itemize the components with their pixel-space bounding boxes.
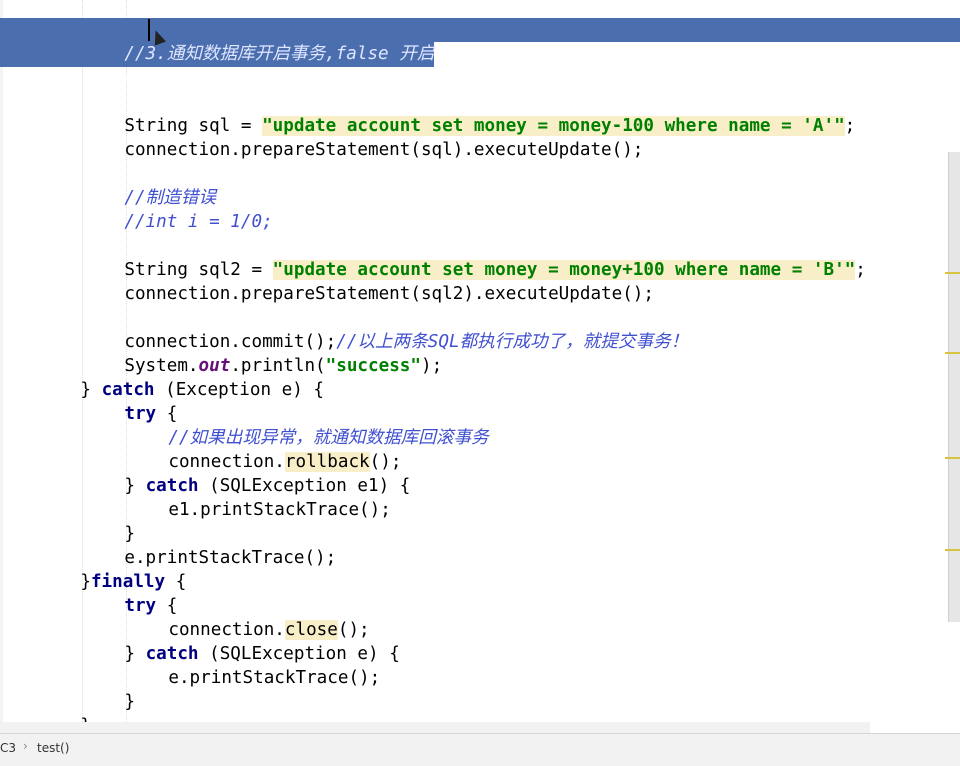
code-text: ); xyxy=(421,356,443,376)
error-stripe-marker[interactable] xyxy=(945,549,960,551)
code-line[interactable]: connection.prepareStatement(sql).execute… xyxy=(82,114,643,160)
code-editor[interactable]: //3.通知数据库开启事务,false 开启 connection.setAut… xyxy=(0,0,960,733)
code-comment: //int i = 1/0; xyxy=(124,212,273,232)
vertical-scrollbar[interactable] xyxy=(948,152,960,622)
code-line[interactable]: }finally { xyxy=(38,546,186,592)
code-text: connection.prepareStatement(sql).execute… xyxy=(124,140,644,160)
code-line[interactable]: } xyxy=(82,666,135,712)
code-text: connection.prepareStatement(sql2).execut… xyxy=(124,284,654,304)
code-line[interactable]: String sql2 = "update account set money … xyxy=(82,234,866,280)
code-line[interactable]: connection.setAutoCommit(false); xyxy=(82,42,463,88)
code-line[interactable]: //制造错误 xyxy=(82,162,216,208)
code-line[interactable]: connection.close(); xyxy=(126,594,370,640)
error-stripe-marker[interactable] xyxy=(945,352,960,354)
code-line[interactable]: } xyxy=(38,690,91,733)
code-line[interactable]: System.out.println("success"); xyxy=(82,330,442,376)
code-line[interactable]: e.printStackTrace(); xyxy=(82,522,336,568)
chevron-right-icon: › xyxy=(23,739,28,753)
code-line[interactable]: connection.prepareStatement(sql2).execut… xyxy=(82,258,654,304)
string-literal: "success" xyxy=(325,356,421,376)
code-text: ; xyxy=(844,116,856,136)
code-line[interactable]: connection.rollback(); xyxy=(126,426,401,472)
code-line[interactable]: } catch (SQLException e) { xyxy=(82,618,399,664)
code-line[interactable]: String sql = "update account set money =… xyxy=(82,90,855,136)
breadcrumb: C3 › test() xyxy=(0,733,960,766)
code-line[interactable]: e1.printStackTrace(); xyxy=(126,474,390,520)
code-line[interactable]: try { xyxy=(82,378,177,424)
code-line[interactable]: try { xyxy=(82,570,177,616)
code-line[interactable]: //如果出现异常，就通知数据库回滚事务 xyxy=(126,402,488,448)
code-line[interactable]: } catch (SQLException e1) { xyxy=(82,450,410,496)
code-text: connection.setAutoCommit(false); xyxy=(124,68,464,88)
code-line[interactable]: } catch (Exception e) { xyxy=(38,354,324,400)
text-caret xyxy=(148,19,150,41)
code-line[interactable]: e.printStackTrace(); xyxy=(126,642,380,688)
code-text: ; xyxy=(855,260,866,280)
gutter xyxy=(0,0,3,733)
horizontal-scroll-track[interactable] xyxy=(0,722,870,733)
error-stripe-marker[interactable] xyxy=(945,272,960,274)
breadcrumb-class[interactable]: C3 xyxy=(0,741,16,755)
code-line[interactable]: //int i = 1/0; xyxy=(82,186,272,232)
code-line[interactable]: connection.commit();//以上两条SQL都执行成功了，就提交事… xyxy=(82,306,688,352)
code-text: (Exception e) { xyxy=(154,380,325,400)
code-text: e1.printStackTrace(); xyxy=(168,500,391,520)
code-text: } xyxy=(124,692,135,712)
error-stripe-marker[interactable] xyxy=(945,457,960,459)
breadcrumb-method[interactable]: test() xyxy=(37,741,69,755)
code-line[interactable]: //3.通知数据库开启事务,false 开启 xyxy=(82,18,434,64)
code-text: e.printStackTrace(); xyxy=(168,668,381,688)
code-line[interactable]: } xyxy=(82,498,135,544)
